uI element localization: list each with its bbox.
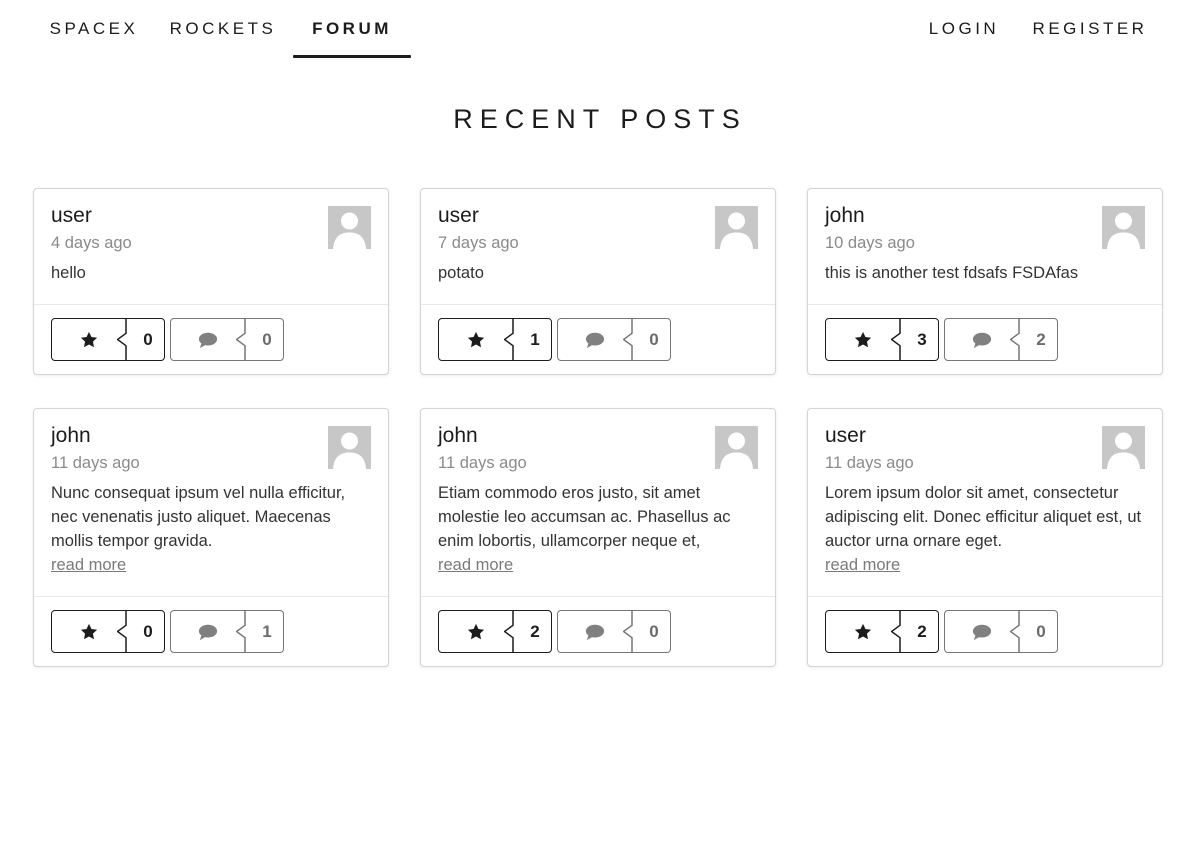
like-count: 2: [917, 621, 927, 641]
read-more-link[interactable]: read more: [825, 553, 900, 577]
like-button[interactable]: 2: [825, 610, 939, 653]
star-icon: [467, 623, 485, 639]
post-time: 11 days ago: [825, 454, 914, 472]
post-text: Lorem ipsum dolor sit amet, consectetur …: [825, 484, 1142, 550]
user-silhouette-icon: [1107, 212, 1140, 249]
card-divider: [34, 596, 388, 597]
comment-button[interactable]: 0: [557, 610, 671, 653]
nav-forum[interactable]: FORUM: [293, 0, 411, 58]
comment-icon: [972, 332, 992, 348]
avatar[interactable]: [328, 206, 371, 249]
post-time: 4 days ago: [51, 234, 132, 252]
comment-button[interactable]: 0: [557, 318, 671, 361]
post-card[interactable]: john 11 days ago Etiam commodo eros just…: [420, 408, 776, 667]
read-more-link[interactable]: read more: [438, 553, 513, 577]
post-time: 11 days ago: [438, 454, 527, 472]
avatar[interactable]: [715, 426, 758, 469]
page-title: RECENT POSTS: [453, 104, 747, 134]
post-time: 10 days ago: [825, 234, 915, 252]
user-silhouette-icon: [333, 432, 366, 469]
comment-button[interactable]: 2: [944, 318, 1058, 361]
post-author[interactable]: user: [825, 423, 1145, 449]
nav-register[interactable]: REGISTER: [1018, 0, 1162, 58]
like-button[interactable]: 1: [438, 318, 552, 361]
post-author[interactable]: john: [51, 423, 371, 449]
comment-icon: [972, 624, 992, 640]
top-nav: SPACEX ROCKETS FORUM LOGIN REGISTER: [0, 0, 1200, 58]
nav-rockets[interactable]: ROCKETS: [154, 0, 292, 58]
comment-button[interactable]: 1: [170, 610, 284, 653]
comment-count: 0: [262, 329, 272, 349]
comment-button[interactable]: 0: [944, 610, 1058, 653]
comment-count: 0: [649, 329, 659, 349]
post-card[interactable]: john 10 days ago this is another test fd…: [807, 188, 1163, 375]
post-card[interactable]: user 11 days ago Lorem ipsum dolor sit a…: [807, 408, 1163, 667]
post-actions: 1 0: [438, 318, 671, 361]
comment-button[interactable]: 0: [170, 318, 284, 361]
like-count: 3: [917, 329, 927, 349]
comment-count: 1: [262, 621, 272, 641]
card-divider: [808, 596, 1162, 597]
post-text: Nunc consequat ipsum vel nulla efficitur…: [51, 484, 346, 550]
post-author[interactable]: user: [51, 203, 371, 229]
post-author[interactable]: john: [825, 203, 1145, 229]
card-divider: [808, 304, 1162, 305]
avatar[interactable]: [715, 206, 758, 249]
post-actions: 2 0: [825, 610, 1058, 653]
card-divider: [421, 304, 775, 305]
user-silhouette-icon: [333, 212, 366, 249]
post-author[interactable]: user: [438, 203, 758, 229]
post-card[interactable]: user 7 days ago potato 1 0: [420, 188, 776, 375]
comment-icon: [585, 624, 605, 640]
comment-count: 0: [1036, 621, 1046, 641]
comment-icon: [198, 332, 218, 348]
comment-icon: [585, 332, 605, 348]
star-icon: [854, 331, 872, 347]
avatar[interactable]: [328, 426, 371, 469]
like-count: 1: [530, 329, 540, 349]
like-count: 0: [143, 329, 153, 349]
post-actions: 2 0: [438, 610, 671, 653]
nav-spacex[interactable]: SPACEX: [34, 0, 154, 58]
comment-icon: [198, 624, 218, 640]
post-actions: 3 2: [825, 318, 1058, 361]
card-divider: [421, 596, 775, 597]
user-silhouette-icon: [720, 432, 753, 469]
star-icon: [80, 623, 98, 639]
post-card[interactable]: john 11 days ago Nunc consequat ipsum ve…: [33, 408, 389, 667]
post-time: 7 days ago: [438, 234, 519, 252]
card-divider: [34, 304, 388, 305]
post-card[interactable]: user 4 days ago hello 0 0: [33, 188, 389, 375]
like-button[interactable]: 0: [51, 610, 165, 653]
post-text: potato: [438, 264, 484, 282]
avatar[interactable]: [1102, 206, 1145, 249]
comment-count: 2: [1036, 329, 1046, 349]
like-count: 0: [143, 621, 153, 641]
star-icon: [467, 331, 485, 347]
avatar[interactable]: [1102, 426, 1145, 469]
post-time: 11 days ago: [51, 454, 140, 472]
comment-count: 0: [649, 621, 659, 641]
star-icon: [854, 623, 872, 639]
like-button[interactable]: 0: [51, 318, 165, 361]
user-silhouette-icon: [720, 212, 753, 249]
user-silhouette-icon: [1107, 432, 1140, 469]
like-button[interactable]: 2: [438, 610, 552, 653]
like-count: 2: [530, 621, 540, 641]
nav-login[interactable]: LOGIN: [910, 0, 1018, 58]
post-author[interactable]: john: [438, 423, 758, 449]
post-text: this is another test fdsafs FSDAfas: [825, 264, 1079, 282]
read-more-link[interactable]: read more: [51, 553, 126, 577]
star-icon: [80, 331, 98, 347]
post-actions: 0 0: [51, 318, 284, 361]
post-text: hello: [51, 264, 86, 282]
post-actions: 0 1: [51, 610, 284, 653]
like-button[interactable]: 3: [825, 318, 939, 361]
post-text: Etiam commodo eros justo, sit amet moles…: [438, 484, 731, 550]
